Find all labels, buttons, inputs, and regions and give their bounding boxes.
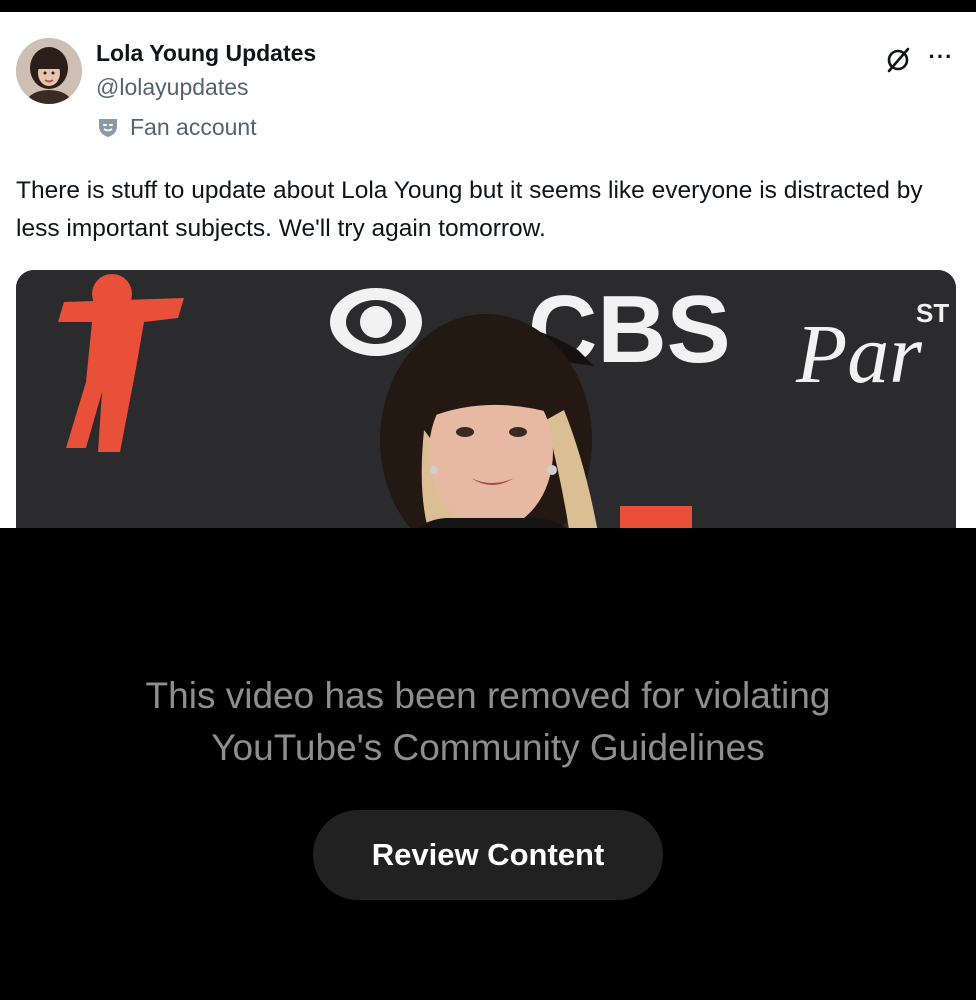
video-removed-overlay: This video has been removed for violatin… [0,528,976,1000]
fan-account-mask-icon [99,119,117,137]
removed-message-line-2: YouTube's Community Guidelines [211,727,765,768]
removed-message-line-1: This video has been removed for violatin… [145,675,831,716]
avatar-image [16,38,82,104]
removed-message: This video has been removed for violatin… [60,670,916,774]
review-content-button[interactable]: Review Content [313,810,663,900]
tweet-text: There is stuff to update about Lola Youn… [16,177,923,242]
user-handle[interactable]: @lolayupdates [96,74,249,101]
red-carpet-photo: CBS ST Par [16,270,956,528]
account-label-text: Fan account [130,113,257,140]
more-icon[interactable]: ··· [926,42,956,72]
backdrop-text-par: Par [795,308,922,401]
cbs-eye-logo [330,288,422,356]
embedded-tweet-card: Lola Young Updates @lolayupdates Fan acc… [0,12,976,528]
top-status-strip [0,0,976,12]
avatar[interactable] [16,38,82,104]
account-label: Fan account [96,113,257,141]
display-name[interactable]: Lola Young Updates [96,40,316,67]
tweet-media-image[interactable]: CBS ST Par [16,270,956,528]
slashed-circle-icon[interactable] [884,46,912,74]
